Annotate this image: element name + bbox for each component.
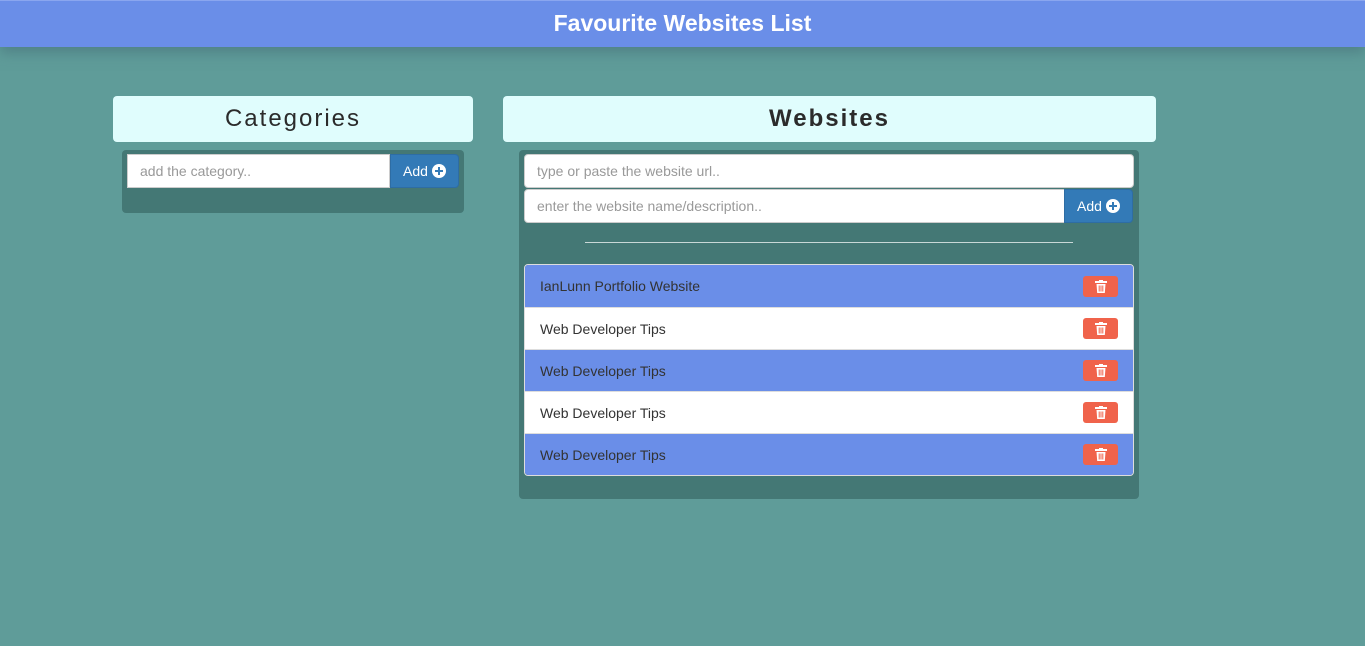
websites-list: IanLunn Portfolio Website Web Developer … — [524, 264, 1134, 476]
delete-button[interactable] — [1083, 275, 1118, 297]
website-item[interactable]: Web Developer Tips — [525, 391, 1133, 433]
trash-icon — [1094, 322, 1107, 335]
add-website-button[interactable]: Add — [1064, 189, 1133, 223]
trash-icon — [1094, 279, 1107, 293]
app-title: Favourite Websites List — [553, 10, 812, 36]
website-item-label[interactable]: Web Developer Tips — [540, 363, 666, 379]
delete-button[interactable] — [1083, 402, 1118, 423]
delete-button[interactable] — [1083, 318, 1118, 339]
divider — [585, 242, 1073, 243]
app-header: Favourite Websites List — [0, 0, 1365, 47]
website-name-input[interactable]: enter the website name/description.. — [524, 189, 1065, 223]
plus-circle-icon — [1105, 199, 1120, 213]
trash-icon — [1094, 448, 1107, 461]
website-item-label[interactable]: IanLunn Portfolio Website — [540, 278, 700, 294]
website-item-label[interactable]: Web Developer Tips — [540, 405, 666, 421]
add-category-label: Add — [403, 163, 428, 179]
trash-icon — [1094, 406, 1107, 419]
website-item[interactable]: IanLunn Portfolio Website — [525, 265, 1133, 307]
website-item-label[interactable]: Web Developer Tips — [540, 447, 666, 463]
website-item[interactable]: Web Developer Tips — [525, 349, 1133, 391]
delete-button[interactable] — [1083, 444, 1118, 465]
website-item-label[interactable]: Web Developer Tips — [540, 321, 666, 337]
trash-icon — [1094, 364, 1107, 377]
categories-title: Categories — [113, 96, 473, 142]
website-url-input[interactable]: type or paste the website url.. — [524, 154, 1134, 188]
website-item[interactable]: Web Developer Tips — [525, 307, 1133, 349]
plus-circle-icon — [431, 164, 446, 178]
add-category-button[interactable]: Add — [390, 154, 459, 188]
website-item[interactable]: Web Developer Tips — [525, 433, 1133, 475]
websites-title: Websites — [503, 96, 1156, 142]
categories-panel: add the category.. Add — [122, 150, 464, 213]
category-input[interactable]: add the category.. — [127, 154, 390, 188]
delete-button[interactable] — [1083, 360, 1118, 381]
add-website-label: Add — [1077, 198, 1102, 214]
